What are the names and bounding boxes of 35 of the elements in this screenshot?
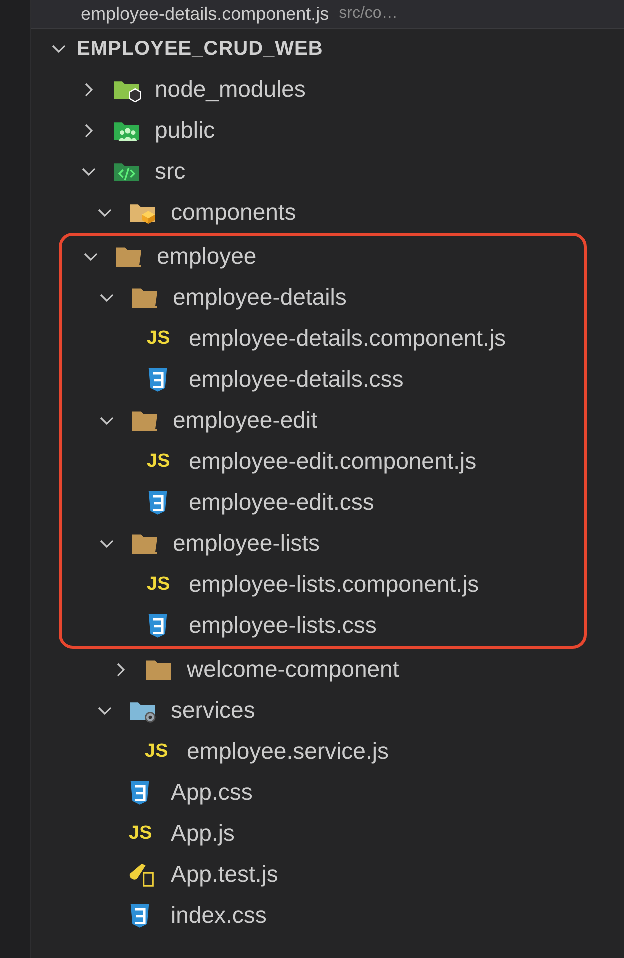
js-icon: JS [147, 328, 170, 350]
tree-item[interactable]: components [31, 192, 624, 233]
tree-item[interactable]: employee-edit.css [62, 482, 584, 523]
tree-item[interactable]: employee-details.css [62, 359, 584, 400]
project-title: EMPLOYEE_CRUD_WEB [77, 38, 324, 60]
js-icon: JS [147, 450, 170, 472]
tree-item[interactable]: employee-lists.css [62, 605, 584, 646]
tree-item[interactable]: src [31, 151, 624, 192]
tree-item[interactable]: employee [62, 236, 584, 277]
js-icon: JS [147, 574, 170, 596]
css-icon [147, 612, 169, 638]
tree-item[interactable]: employee-details [62, 277, 584, 318]
css-icon [147, 366, 169, 392]
tree-item[interactable]: JS employee.service.js [31, 731, 624, 772]
tree-item[interactable]: JS employee-lists.component.js [62, 564, 584, 605]
tree-item[interactable]: public [31, 110, 624, 151]
tree-item[interactable]: JS employee-details.component.js [62, 318, 584, 359]
js-icon: JS [129, 822, 152, 844]
tree-item[interactable]: services [31, 690, 624, 731]
css-icon [129, 902, 151, 928]
open-editor-item[interactable]: employee-details.component.js src/co… [31, 0, 624, 29]
tree-item[interactable]: employee-lists [62, 523, 584, 564]
flask-icon [129, 862, 157, 888]
tree-item[interactable]: App.css [31, 772, 624, 813]
tree-item[interactable]: employee-edit [62, 400, 584, 441]
js-icon: JS [145, 740, 168, 762]
tree-item[interactable]: welcome-component [31, 649, 624, 690]
tree-item[interactable]: JS App.js [31, 813, 624, 854]
css-icon [147, 490, 169, 516]
tree-item[interactable]: index.css [31, 895, 624, 936]
tree-item[interactable]: node_modules [31, 69, 624, 110]
tree-item[interactable]: App.test.js [31, 854, 624, 895]
css-icon [129, 780, 151, 806]
tree-item[interactable]: JS employee-edit.component.js [62, 441, 584, 482]
project-header[interactable]: EMPLOYEE_CRUD_WEB [31, 29, 624, 69]
